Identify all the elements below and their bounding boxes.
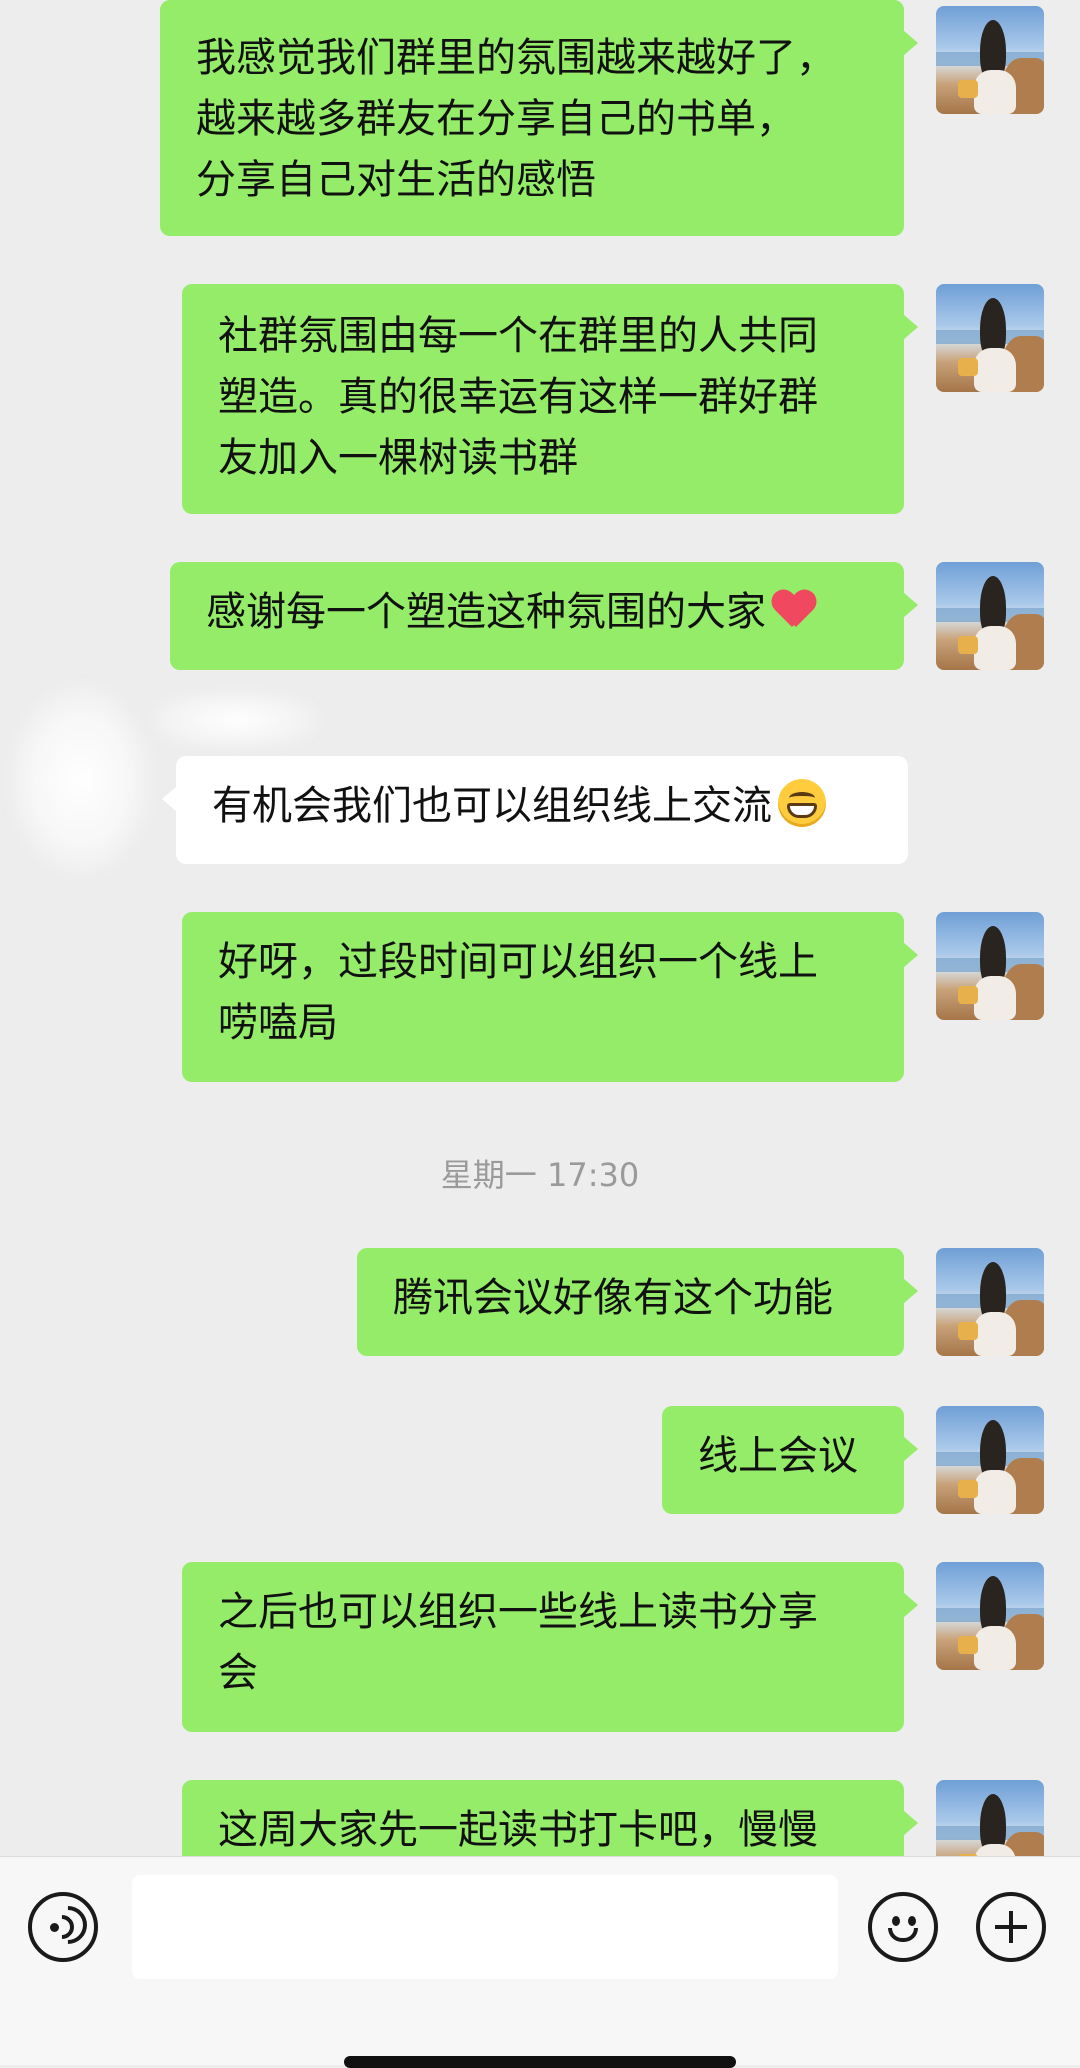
message-text: 之后也可以组织一些线上读书分享 会: [218, 1589, 818, 1696]
message-bubble-outgoing[interactable]: 腾讯会议好像有这个功能: [357, 1248, 918, 1356]
home-indicator: [344, 2056, 736, 2068]
voice-icon[interactable]: [28, 1892, 98, 1962]
message-bubble-outgoing[interactable]: 社群氛围由每一个在群里的人共同 塑造。真的很幸运有这样一群好群 友加入一棵树读书…: [182, 284, 918, 514]
message-bubble-outgoing[interactable]: 线上会议: [662, 1406, 918, 1514]
emoji-face-icon[interactable]: [868, 1892, 938, 1962]
message-bubble-outgoing[interactable]: 感谢每一个塑造这种氛围的大家: [170, 562, 918, 670]
message-text: 线上会议: [698, 1433, 858, 1479]
user-avatar[interactable]: [936, 1780, 1044, 1856]
sender-avatar-blurred: [6, 680, 156, 880]
chat-message-area[interactable]: 我感觉我们群里的氛围越来越好了， 越来越多群友在分享自己的书单， 分享自己对生活…: [0, 0, 1080, 1856]
message-text: 腾讯会议好像有这个功能: [393, 1275, 833, 1321]
chat-timestamp: 星期一 17:30: [440, 1156, 640, 1194]
message-bubble-outgoing[interactable]: 之后也可以组织一些线上读书分享 会: [182, 1562, 918, 1732]
message-input[interactable]: [132, 1875, 838, 1979]
message-bubble-outgoing[interactable]: 这周大家先一起读书打卡吧，慢慢: [182, 1780, 918, 1856]
user-avatar[interactable]: [936, 912, 1044, 1020]
message-text: 好呀，过段时间可以组织一个线上 唠嗑局: [218, 939, 818, 1046]
message-text: 我感觉我们群里的氛围越来越好了， 越来越多群友在分享自己的书单， 分享自己对生活…: [196, 35, 836, 203]
grin-emoji-icon: [778, 779, 826, 827]
user-avatar[interactable]: [936, 1248, 1044, 1356]
user-avatar[interactable]: [936, 284, 1044, 392]
sender-name-blurred: [150, 690, 320, 750]
user-avatar[interactable]: [936, 6, 1044, 114]
user-avatar[interactable]: [936, 1406, 1044, 1514]
message-bubble-outgoing[interactable]: 我感觉我们群里的氛围越来越好了， 越来越多群友在分享自己的书单， 分享自己对生活…: [160, 0, 918, 236]
message-text: 有机会我们也可以组织线上交流: [212, 783, 772, 829]
message-bubble-outgoing[interactable]: 好呀，过段时间可以组织一个线上 唠嗑局: [182, 912, 918, 1082]
user-avatar[interactable]: [936, 1562, 1044, 1670]
user-avatar[interactable]: [936, 562, 1044, 670]
message-bubble-incoming[interactable]: 有机会我们也可以组织线上交流: [162, 756, 908, 864]
message-text: 感谢每一个塑造这种氛围的大家: [206, 589, 766, 635]
heart-emoji-icon: [772, 591, 816, 631]
message-text: 这周大家先一起读书打卡吧，慢慢: [218, 1807, 818, 1853]
message-text: 社群氛围由每一个在群里的人共同 塑造。真的很幸运有这样一群好群 友加入一棵树读书…: [218, 313, 818, 481]
plus-icon[interactable]: [976, 1892, 1046, 1962]
